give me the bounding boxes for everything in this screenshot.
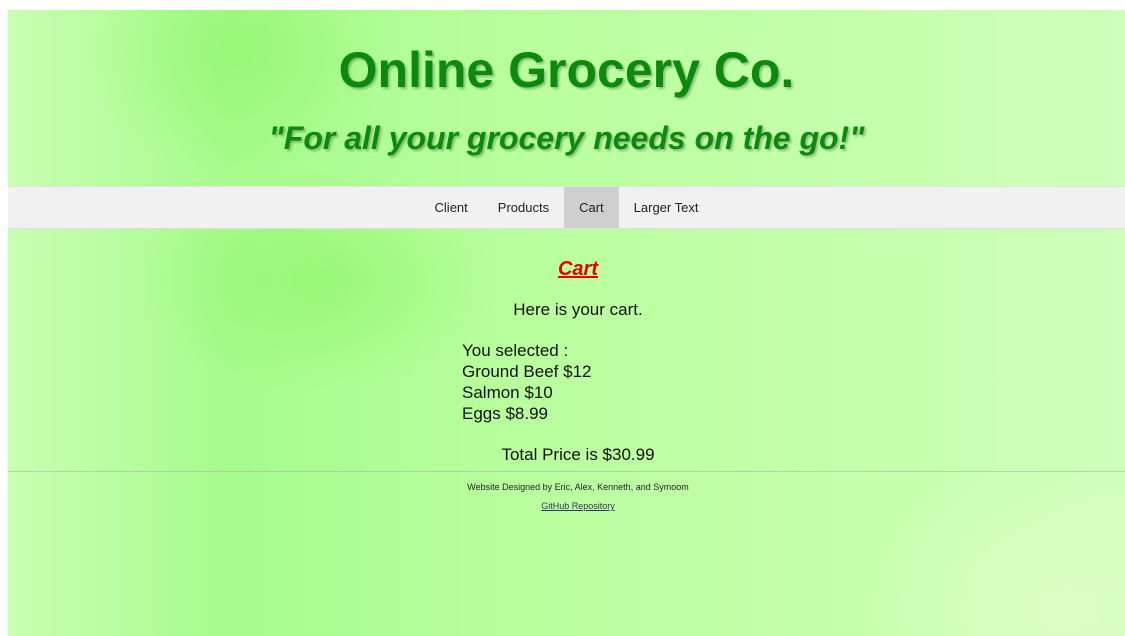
nav-item-client[interactable]: Client	[420, 187, 483, 228]
cart-heading: Cart	[557, 258, 598, 280]
nav-item-cart[interactable]: Cart	[564, 187, 619, 228]
footer-credit: Website Designed by Eric, Alex, Kenneth,…	[467, 482, 689, 492]
nav-bar: Client Products Cart Larger Text	[8, 186, 1125, 229]
cart-section: Cart Here is your cart. You selected : G…	[8, 228, 1125, 472]
cart-selection-list: You selected : Ground Beef $12 Salmon $1…	[462, 340, 591, 424]
github-repository-link[interactable]: GitHub Repository	[541, 501, 615, 511]
cart-item: Eggs $8.99	[462, 404, 549, 423]
site-title: Online Grocery Co.	[338, 42, 795, 98]
cart-item: Ground Beef $12	[462, 362, 592, 381]
selection-label: You selected :	[462, 341, 569, 360]
site-slogan: "For all your grocery needs on the go!"	[268, 120, 865, 156]
total-price: Total Price is $30.99	[501, 445, 655, 464]
footer-divider	[8, 471, 1125, 472]
nav-item-larger-text[interactable]: Larger Text	[619, 187, 714, 228]
nav-item-products[interactable]: Products	[483, 187, 564, 228]
cart-intro: Here is your cart.	[513, 300, 643, 319]
footer-link-container: GitHub Repository	[8, 499, 1125, 513]
cart-item: Salmon $10	[462, 383, 553, 402]
site-header: Online Grocery Co. "For all your grocery…	[8, 10, 1125, 186]
page-frame: Online Grocery Co. "For all your grocery…	[8, 10, 1125, 636]
